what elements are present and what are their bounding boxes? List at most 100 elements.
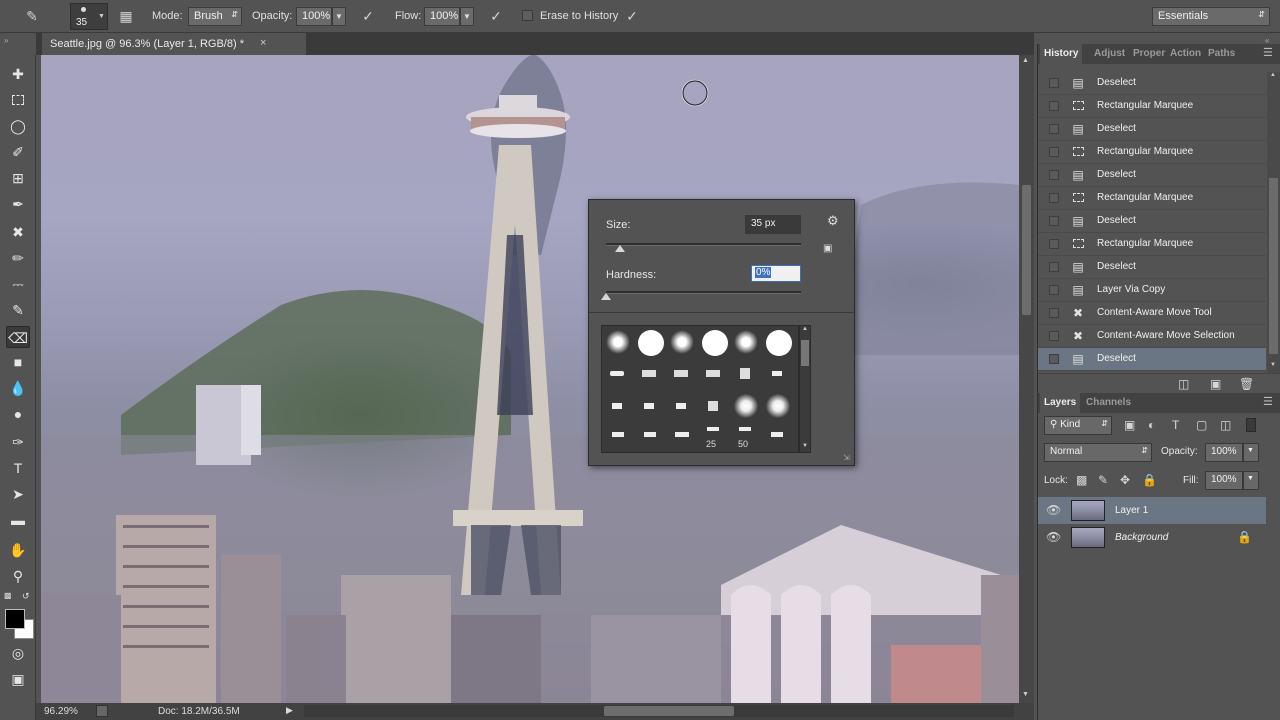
brush-preset-erodible[interactable]: 50 <box>730 422 762 452</box>
brush-preset-flat[interactable] <box>602 390 634 422</box>
hardness-slider-track[interactable] <box>606 291 801 294</box>
horizontal-scroll-thumb[interactable] <box>604 706 734 716</box>
pressure-size-icon[interactable]: ✓ <box>622 6 642 26</box>
tab-layers[interactable]: Layers <box>1040 393 1081 413</box>
marquee-tool-icon[interactable] <box>6 89 30 111</box>
rectangle-tool-icon[interactable]: ▬ <box>6 509 30 531</box>
lock-pixels-icon[interactable]: ✎ <box>1098 473 1108 487</box>
layer-row[interactable]: 👁 Background 🔒 <box>1038 524 1266 551</box>
tab-adjustments[interactable]: Adjust <box>1090 44 1129 64</box>
hand-tool-icon[interactable]: ✋ <box>6 539 30 561</box>
brush-preset-flat[interactable] <box>634 390 666 422</box>
history-state[interactable]: Rectangular Marquee <box>1038 95 1266 118</box>
trash-icon[interactable]: 🗑 <box>1239 377 1254 391</box>
presets-scrollbar[interactable]: ▲ ▼ <box>799 325 811 453</box>
history-source-checkbox[interactable] <box>1049 285 1059 295</box>
airbrush-icon[interactable]: ✓ <box>486 6 506 26</box>
scroll-thumb[interactable] <box>1269 178 1278 354</box>
history-state[interactable]: ✖ Content-Aware Move Tool <box>1038 302 1266 325</box>
history-source-checkbox[interactable] <box>1049 308 1059 318</box>
tab-channels[interactable]: Channels <box>1082 393 1135 413</box>
history-source-checkbox[interactable] <box>1049 124 1059 134</box>
adjustment-filter-icon[interactable]: ◐ <box>1148 418 1155 432</box>
history-source-checkbox[interactable] <box>1049 354 1059 364</box>
brush-preset-hard-round[interactable] <box>762 326 794 358</box>
layer-opacity-input[interactable]: 100% <box>1205 443 1243 462</box>
history-source-checkbox[interactable] <box>1049 262 1059 272</box>
resize-grip-icon[interactable]: ⇲ <box>843 453 850 462</box>
scroll-down-icon[interactable]: ▼ <box>1022 691 1029 698</box>
close-icon[interactable]: × <box>260 37 266 49</box>
history-state[interactable]: Rectangular Marquee <box>1038 187 1266 210</box>
size-slider-thumb[interactable] <box>614 245 625 252</box>
brush-preset-bristle[interactable] <box>634 358 666 390</box>
fill-dropdown[interactable]: ▼ <box>1243 471 1259 490</box>
history-state[interactable]: ▤ Deselect <box>1038 348 1266 371</box>
brush-preset-picker[interactable]: 35 ▼ <box>70 3 108 30</box>
history-source-checkbox[interactable] <box>1049 216 1059 226</box>
history-state[interactable]: Rectangular Marquee <box>1038 233 1266 256</box>
tab-paths[interactable]: Paths <box>1204 44 1239 64</box>
history-brush-tool-icon[interactable]: ✎ <box>6 299 30 321</box>
zoom-level[interactable]: 96.29% <box>44 706 78 717</box>
brush-preset-bristle[interactable] <box>762 358 794 390</box>
brush-preset-soft-round[interactable] <box>602 326 634 358</box>
history-scrollbar[interactable]: ▲ ▼ <box>1267 72 1280 374</box>
fill-input[interactable]: 100% <box>1205 471 1243 490</box>
move-tool-icon[interactable]: ✚ <box>6 63 30 85</box>
brush-preset-bristle[interactable] <box>730 358 762 390</box>
new-preset-icon[interactable]: ▣ <box>823 243 832 254</box>
brush-preset-bristle[interactable] <box>602 358 634 390</box>
document-vertical-scrollbar[interactable]: ▲ ▼ <box>1019 55 1034 703</box>
status-export-icon[interactable] <box>96 705 108 717</box>
hardness-input[interactable]: 0% <box>751 265 801 282</box>
zoom-tool-icon[interactable]: ⚲ <box>6 565 30 587</box>
tab-history[interactable]: History <box>1040 44 1083 64</box>
quick-selection-tool-icon[interactable]: ✐ <box>6 141 30 163</box>
history-source-checkbox[interactable] <box>1049 193 1059 203</box>
history-state[interactable]: ▤ Deselect <box>1038 72 1266 95</box>
scroll-thumb[interactable] <box>801 340 809 366</box>
scroll-up-icon[interactable]: ▲ <box>802 326 808 332</box>
brush-preset-bristle[interactable] <box>698 358 730 390</box>
shape-filter-icon[interactable]: ▢ <box>1196 418 1207 432</box>
toolbox-collapse-icon[interactable]: » <box>4 36 8 45</box>
history-source-checkbox[interactable] <box>1049 239 1059 249</box>
lock-position-icon[interactable]: ✥ <box>1120 473 1130 487</box>
history-source-checkbox[interactable] <box>1049 147 1059 157</box>
history-state[interactable]: ✖ Content-Aware Move Selection <box>1038 325 1266 348</box>
scroll-up-icon[interactable]: ▲ <box>1270 72 1276 78</box>
eraser-tool-icon[interactable]: ✎ <box>22 6 42 26</box>
dodge-tool-icon[interactable]: ● <box>6 403 30 425</box>
history-source-checkbox[interactable] <box>1049 78 1059 88</box>
brush-preset-flat[interactable] <box>666 422 698 452</box>
brush-preset-hard-round[interactable] <box>634 326 666 358</box>
pixel-filter-icon[interactable]: ▣ <box>1124 418 1135 432</box>
document-tab[interactable]: Seattle.jpg @ 96.3% (Layer 1, RGB/8) * × <box>42 33 306 55</box>
panel-menu-icon[interactable]: ☰ <box>1263 46 1273 59</box>
brush-preset-erodible[interactable]: 25 <box>698 422 730 452</box>
brush-preset-bristle[interactable] <box>666 358 698 390</box>
pressure-opacity-icon[interactable]: ✓ <box>358 6 378 26</box>
gear-icon[interactable]: ⚙ <box>827 213 839 229</box>
brush-preset-soft-round[interactable] <box>730 326 762 358</box>
brush-preset-flat[interactable] <box>666 390 698 422</box>
history-source-checkbox[interactable] <box>1049 331 1059 341</box>
brush-panel-toggle-icon[interactable]: ▦ <box>116 6 136 26</box>
history-state[interactable]: ▤ Deselect <box>1038 210 1266 233</box>
history-state[interactable]: Rectangular Marquee <box>1038 141 1266 164</box>
path-selection-tool-icon[interactable]: ➤ <box>6 483 30 505</box>
gradient-tool-icon[interactable]: ■ <box>6 351 30 373</box>
scroll-down-icon[interactable]: ▼ <box>802 443 808 449</box>
scroll-up-icon[interactable]: ▲ <box>1022 57 1029 64</box>
content-aware-move-tool-icon[interactable]: ✖ <box>6 221 30 243</box>
history-source-checkbox[interactable] <box>1049 101 1059 111</box>
hardness-slider-thumb[interactable] <box>601 293 611 300</box>
new-document-from-state-icon[interactable]: ◫ <box>1178 377 1189 391</box>
erase-to-history-checkbox[interactable] <box>522 10 533 21</box>
blend-mode-select[interactable]: Normal ⇵ <box>1044 443 1152 462</box>
history-state[interactable]: ▤ Layer Via Copy <box>1038 279 1266 302</box>
mode-select[interactable]: Brush ⇵ <box>188 7 242 26</box>
lasso-tool-icon[interactable]: ◯ <box>6 115 30 137</box>
quick-mask-icon[interactable]: ◎ <box>6 642 30 664</box>
